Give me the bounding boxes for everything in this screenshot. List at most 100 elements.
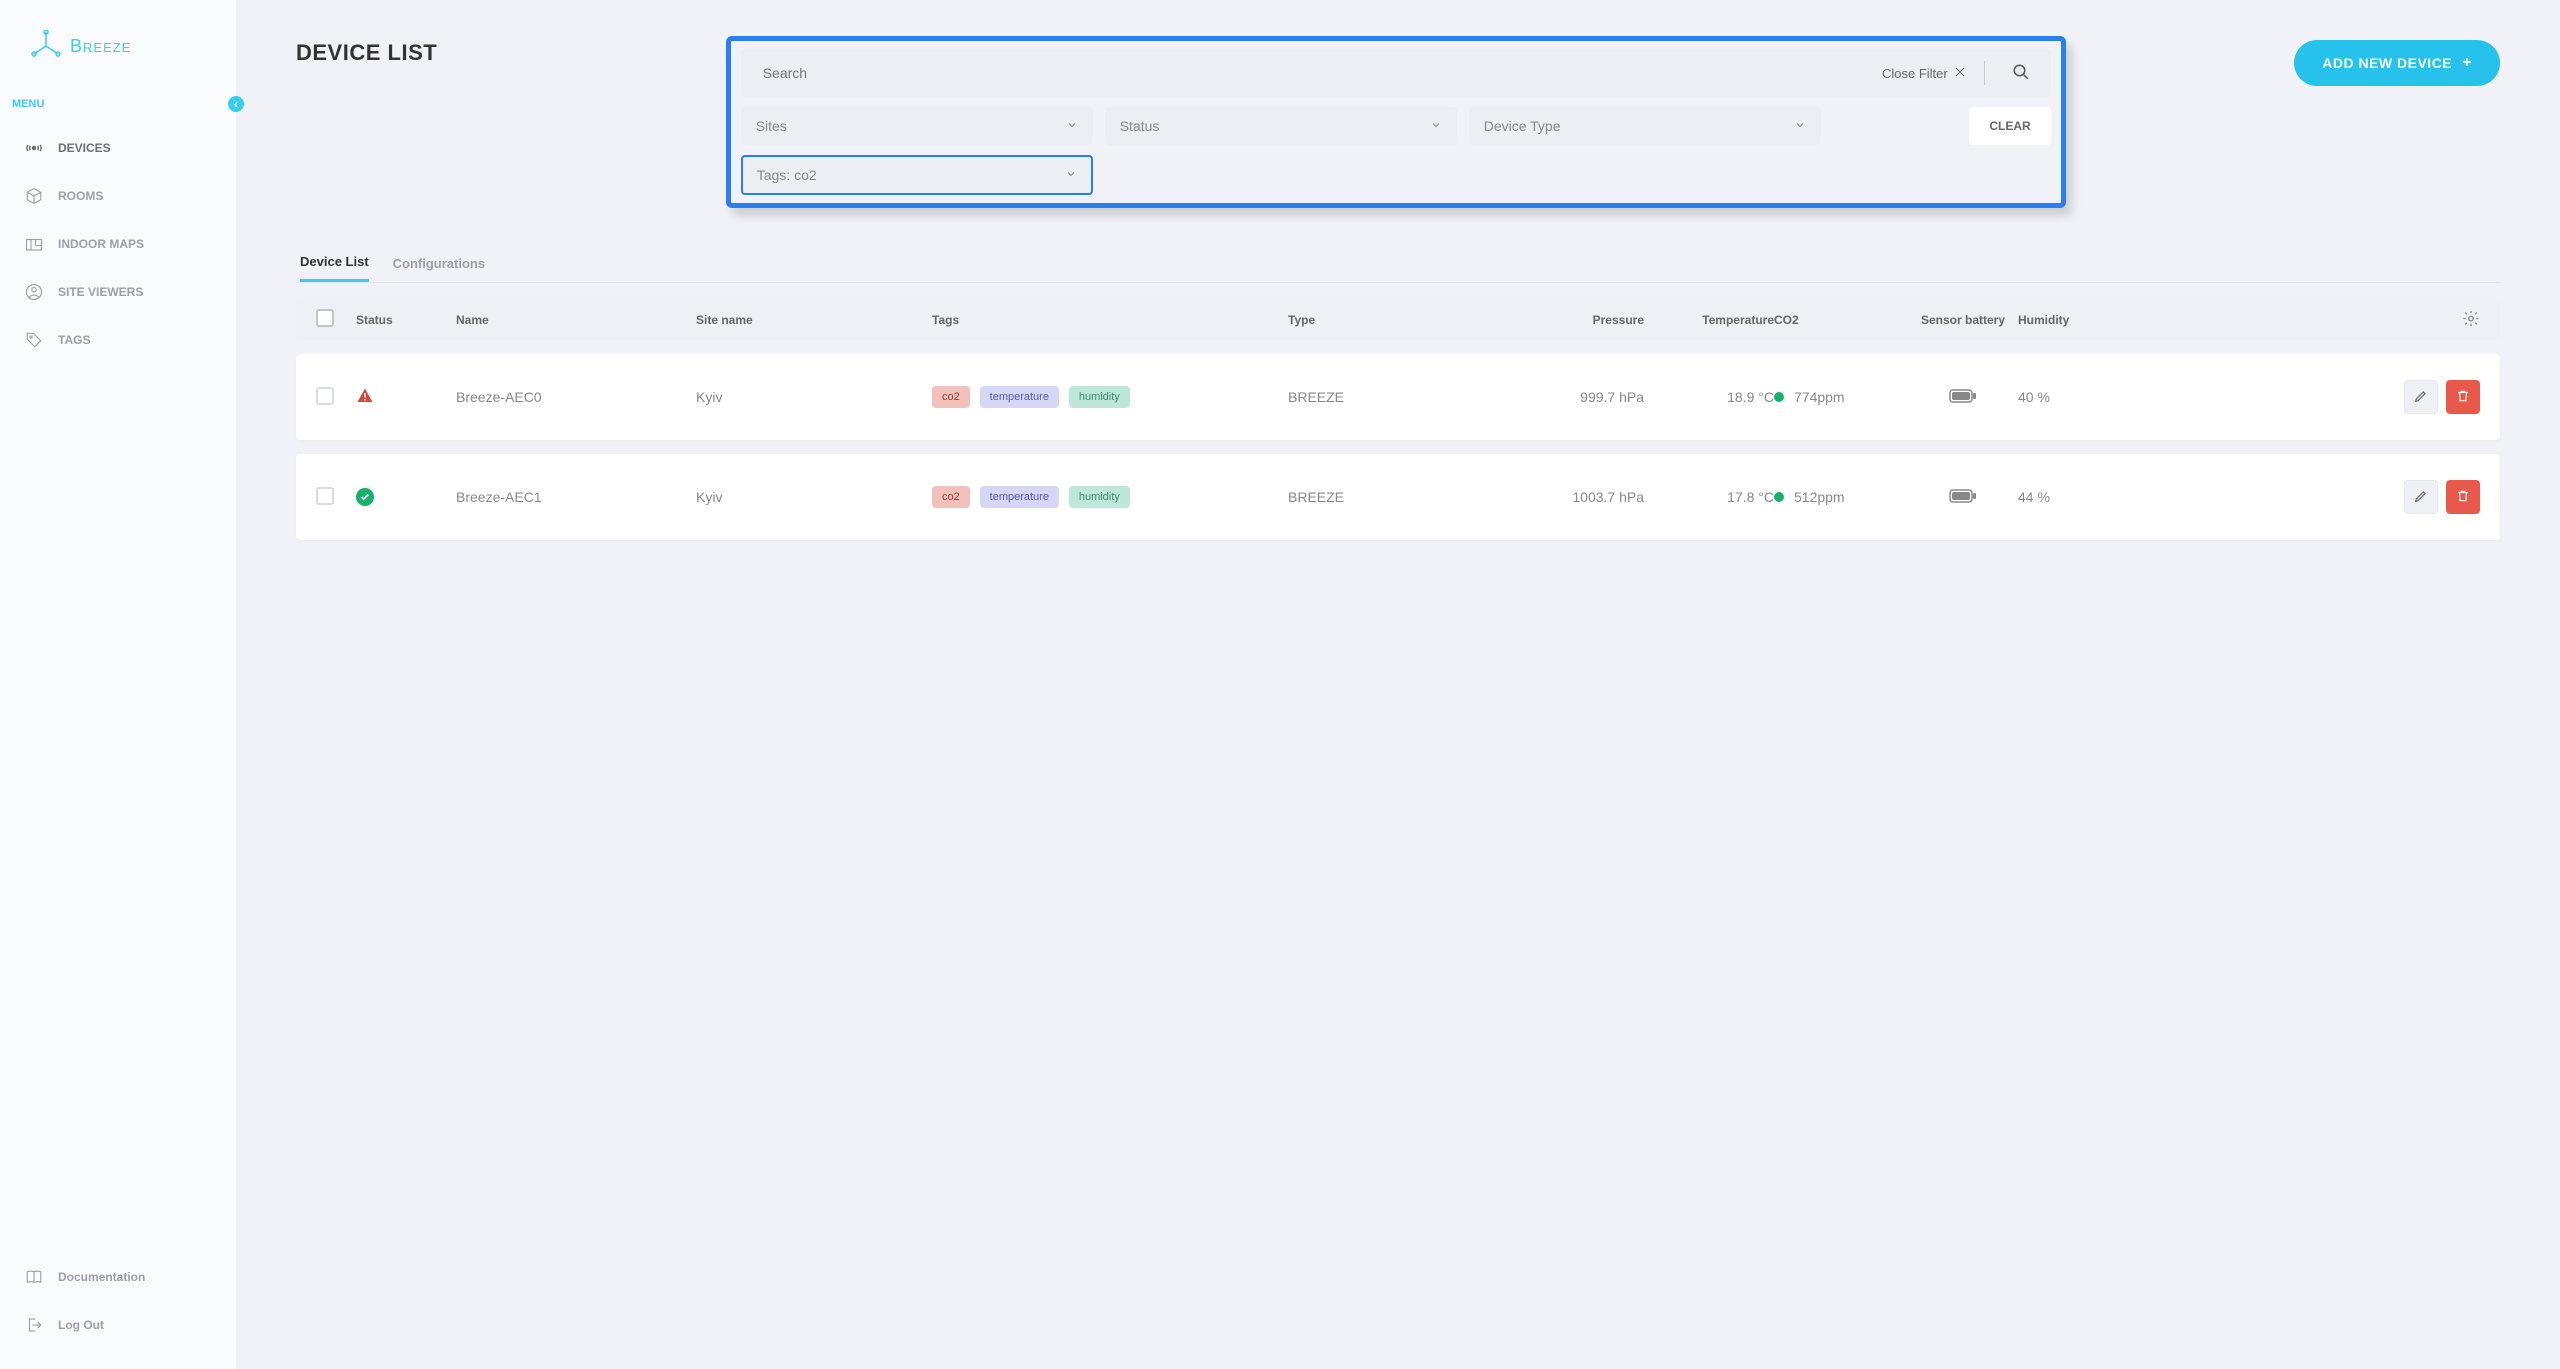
edit-row-button[interactable] — [2404, 380, 2438, 414]
main-content: DEVICE LIST Close Filter — [236, 0, 2560, 1369]
brand-logo[interactable]: Breeze — [0, 20, 236, 92]
cell-site: Kyiv — [696, 489, 932, 505]
tab-device-list[interactable]: Device List — [300, 244, 369, 282]
delete-row-button[interactable] — [2446, 380, 2480, 414]
col-header-battery[interactable]: Sensor battery — [1908, 313, 2018, 327]
col-header-co2[interactable]: CO2 — [1774, 313, 1908, 327]
cell-battery — [1908, 389, 2018, 406]
table-settings-button[interactable] — [2462, 309, 2480, 330]
nav-list: DEVICES ROOMS INDOOR MAPS SITE VIEWERS — [0, 124, 236, 364]
chevron-down-icon — [1066, 118, 1078, 134]
cell-temperature: 18.9 °C — [1644, 389, 1774, 405]
cell-pressure: 999.7 hPa — [1514, 389, 1644, 405]
sidebar-item-label: SITE VIEWERS — [58, 285, 143, 299]
book-icon — [24, 1267, 44, 1287]
dropdown-label: Tags: co2 — [757, 167, 817, 183]
cell-co2: 774ppm — [1774, 389, 1908, 405]
search-button[interactable] — [2003, 55, 2039, 91]
battery-full-icon — [1949, 389, 1977, 403]
co2-value: 512ppm — [1794, 489, 1845, 505]
row-checkbox[interactable] — [316, 387, 334, 405]
dropdown-label: Device Type — [1484, 118, 1561, 134]
sidebar-item-label: Documentation — [58, 1270, 145, 1284]
status-alert-icon — [356, 387, 374, 405]
logout-icon — [24, 1315, 44, 1335]
col-header-humidity[interactable]: Humidity — [2018, 313, 2118, 327]
tag-pill: humidity — [1069, 386, 1130, 408]
device-table: Status Name Site name Tags Type Pressure… — [296, 299, 2500, 540]
gear-icon — [2462, 315, 2480, 330]
sidebar-item-indoor-maps[interactable]: INDOOR MAPS — [0, 220, 236, 268]
battery-full-icon — [1949, 489, 1977, 503]
filter-status-dropdown[interactable]: Status — [1105, 107, 1457, 145]
cell-name: Breeze-AEC0 — [456, 389, 696, 405]
chevron-down-icon — [1794, 118, 1806, 134]
pencil-icon — [2414, 489, 2428, 506]
clear-filters-button[interactable]: CLEAR — [1969, 107, 2050, 145]
tabs: Device List Configurations — [296, 244, 2500, 283]
tab-configurations[interactable]: Configurations — [393, 244, 485, 282]
sidebar-item-label: INDOOR MAPS — [58, 237, 144, 251]
tag-pill: humidity — [1069, 486, 1130, 508]
filter-device-type-dropdown[interactable]: Device Type — [1469, 107, 1821, 145]
menu-label-text: MENU — [12, 98, 44, 110]
cell-name: Breeze-AEC1 — [456, 489, 696, 505]
sidebar-item-devices[interactable]: DEVICES — [0, 124, 236, 172]
col-header-name[interactable]: Name — [456, 313, 696, 327]
co2-status-icon — [1774, 392, 1784, 402]
cell-type: BREEZE — [1288, 489, 1514, 505]
close-filter-label: Close Filter — [1882, 66, 1948, 81]
tag-pill: temperature — [980, 386, 1059, 408]
sidebar-item-label: ROOMS — [58, 189, 103, 203]
table-row[interactable]: Breeze-AEC0 Kyiv co2 temperature humidit… — [296, 354, 2500, 440]
page-title: DEVICE LIST — [296, 40, 437, 66]
sidebar-item-label: DEVICES — [58, 141, 111, 155]
close-filter-button[interactable]: Close Filter — [1882, 66, 1966, 81]
tag-pill: temperature — [980, 486, 1059, 508]
col-header-type[interactable]: Type — [1288, 313, 1514, 327]
nav-bottom: Documentation Log Out — [0, 1253, 236, 1349]
chevron-down-icon — [1430, 118, 1442, 134]
sidebar-item-site-viewers[interactable]: SITE VIEWERS — [0, 268, 236, 316]
search-bar: Close Filter — [741, 49, 2051, 97]
search-input[interactable] — [753, 55, 1870, 91]
tag-pill: co2 — [932, 386, 970, 408]
close-icon — [1954, 66, 1966, 81]
dropdown-label: Status — [1120, 118, 1160, 134]
sidebar-item-rooms[interactable]: ROOMS — [0, 172, 236, 220]
row-checkbox[interactable] — [316, 487, 334, 505]
trash-icon — [2456, 389, 2470, 406]
status-ok-icon — [356, 488, 374, 506]
floorplan-icon — [24, 234, 44, 254]
search-icon — [2012, 63, 2030, 84]
sidebar-item-label: Log Out — [58, 1318, 104, 1332]
cell-temperature: 17.8 °C — [1644, 489, 1774, 505]
col-header-site[interactable]: Site name — [696, 313, 932, 327]
chevron-down-icon — [1065, 167, 1077, 183]
brand-name: Breeze — [70, 36, 131, 57]
col-header-pressure[interactable]: Pressure — [1514, 313, 1644, 327]
table-header: Status Name Site name Tags Type Pressure… — [296, 299, 2500, 340]
sidebar-item-label: TAGS — [58, 333, 90, 347]
add-new-device-button[interactable]: ADD NEW DEVICE + — [2294, 40, 2500, 86]
sidebar-item-documentation[interactable]: Documentation — [0, 1253, 236, 1301]
filter-tags-dropdown[interactable]: Tags: co2 — [741, 155, 1093, 195]
cell-tags: co2 temperature humidity — [932, 486, 1288, 508]
cell-co2: 512ppm — [1774, 489, 1908, 505]
col-header-temperature[interactable]: Temperature — [1644, 313, 1774, 327]
filter-sites-dropdown[interactable]: Sites — [741, 107, 1093, 145]
delete-row-button[interactable] — [2446, 480, 2480, 514]
col-header-tags[interactable]: Tags — [932, 313, 1288, 327]
col-header-status[interactable]: Status — [356, 313, 456, 327]
sidebar-item-tags[interactable]: TAGS — [0, 316, 236, 364]
trash-icon — [2456, 489, 2470, 506]
pencil-icon — [2414, 389, 2428, 406]
cube-icon — [24, 186, 44, 206]
edit-row-button[interactable] — [2404, 480, 2438, 514]
select-all-checkbox[interactable] — [316, 309, 334, 327]
table-row[interactable]: Breeze-AEC1 Kyiv co2 temperature humidit… — [296, 454, 2500, 540]
cell-battery — [1908, 489, 2018, 506]
sidebar-item-logout[interactable]: Log Out — [0, 1301, 236, 1349]
tag-icon — [24, 330, 44, 350]
cell-tags: co2 temperature humidity — [932, 386, 1288, 408]
